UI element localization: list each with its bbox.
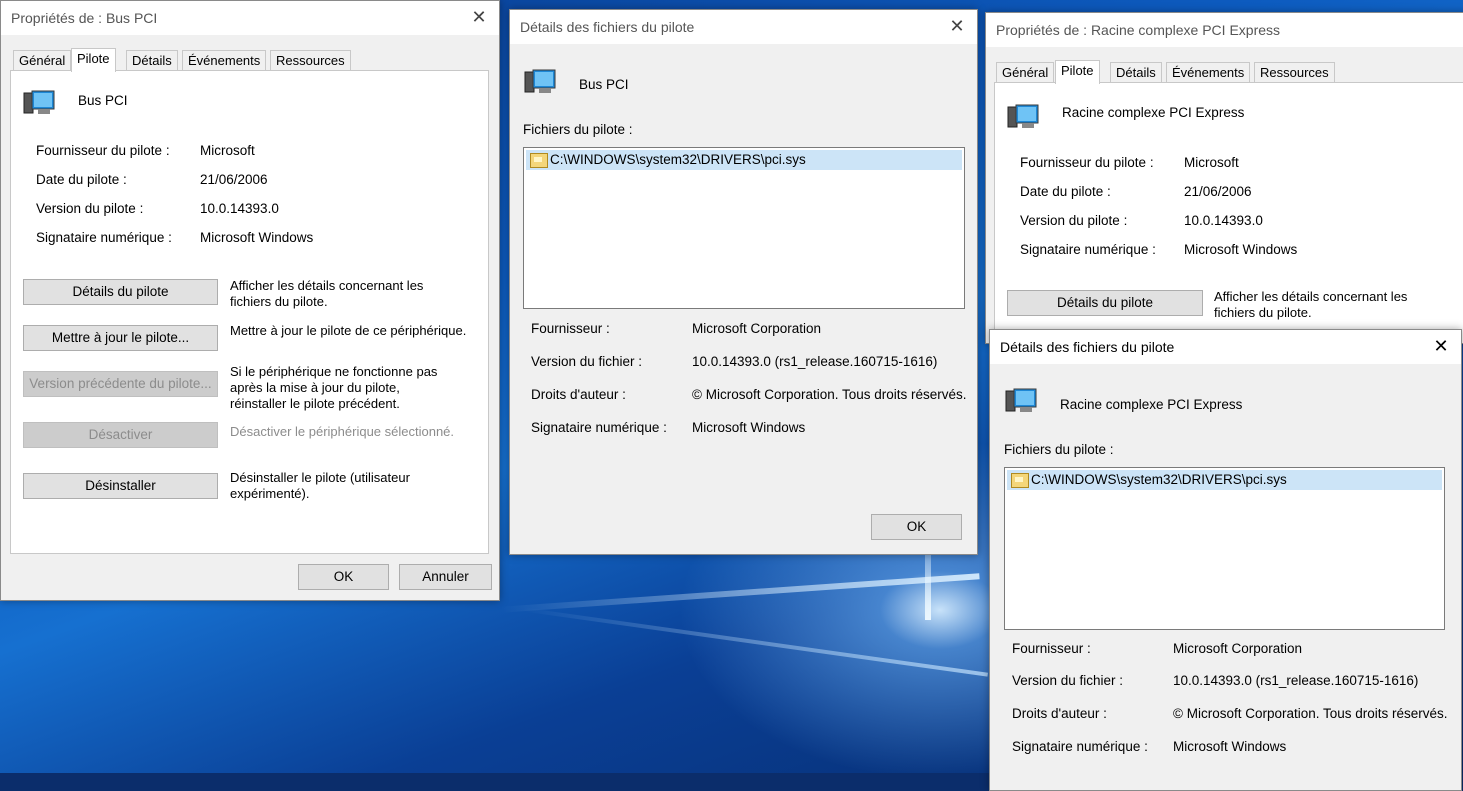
driver-files-label: Fichiers du pilote : [523, 122, 633, 137]
prop-value-version: 10.0.14393.0 [1184, 213, 1263, 228]
window-title: Détails des fichiers du pilote [1000, 339, 1175, 355]
tab-events[interactable]: Événements [182, 50, 267, 71]
title-bar[interactable]: Détails des fichiers du pilote ✕ [510, 10, 977, 44]
ok-button[interactable]: OK [871, 514, 962, 540]
file-path: C:\WINDOWS\system32\DRIVERS\pci.sys [1031, 472, 1287, 487]
driver-file-details-window-pci-express-root: Détails des fichiers du pilote ✕ Racine … [989, 329, 1462, 791]
driver-details-button[interactable]: Détails du pilote [1007, 290, 1203, 316]
prop-value-signer: Microsoft Windows [692, 420, 806, 435]
prop-label-signer: Signataire numérique : [531, 420, 667, 435]
update-driver-button[interactable]: Mettre à jour le pilote... [23, 325, 218, 351]
title-bar[interactable]: Propriétés de : Bus PCI ✕ [1, 1, 499, 35]
driver-details-desc: Afficher les détails concernant les fich… [1214, 289, 1408, 320]
window-title: Propriétés de : Bus PCI [11, 10, 158, 26]
driver-files-list[interactable]: C:\WINDOWS\system32\DRIVERS\pci.sys [523, 147, 965, 309]
disable-device-button[interactable]: Désactiver [23, 422, 218, 448]
close-icon[interactable]: ✕ [1427, 334, 1455, 358]
tab-driver[interactable]: Pilote [1055, 60, 1100, 84]
list-item[interactable]: C:\WINDOWS\system32\DRIVERS\pci.sys [1007, 470, 1442, 490]
window-title: Propriétés de : Racine complexe PCI Expr… [996, 22, 1281, 38]
list-item[interactable]: C:\WINDOWS\system32\DRIVERS\pci.sys [526, 150, 962, 170]
prop-label-provider: Fournisseur du pilote : [36, 143, 170, 158]
system-file-icon [1011, 473, 1029, 488]
device-icon [23, 90, 55, 114]
driver-files-list[interactable]: C:\WINDOWS\system32\DRIVERS\pci.sys [1004, 467, 1445, 630]
prop-label-provider: Fournisseur : [1012, 641, 1091, 656]
prop-value-provider: Microsoft Corporation [692, 321, 822, 336]
update-driver-desc: Mettre à jour le pilote de ce périphériq… [230, 323, 467, 338]
wallpaper-light-beam [522, 607, 988, 677]
prop-value-version: 10.0.14393.0 [200, 201, 279, 216]
device-icon [1007, 104, 1039, 128]
prop-value-date: 21/06/2006 [1184, 184, 1252, 199]
rollback-driver-button[interactable]: Version précédente du pilote... [23, 371, 218, 397]
prop-label-version: Version du pilote : [36, 201, 144, 216]
rollback-driver-desc: Si le périphérique ne fonctionne pas apr… [230, 364, 438, 411]
prop-value-provider: Microsoft Corporation [1173, 641, 1303, 656]
prop-label-copyright: Droits d'auteur : [1012, 706, 1107, 721]
disable-device-desc: Désactiver le périphérique sélectionné. [230, 424, 455, 439]
prop-label-copyright: Droits d'auteur : [531, 387, 626, 402]
driver-details-button[interactable]: Détails du pilote [23, 279, 218, 305]
tab-driver[interactable]: Pilote [71, 48, 116, 72]
tab-bar: Général Pilote Détails Événements Ressou… [996, 60, 1463, 84]
tab-general[interactable]: Général [13, 50, 72, 71]
prop-label-file-version: Version du fichier : [1012, 673, 1124, 688]
close-icon[interactable]: ✕ [465, 5, 493, 29]
driver-file-details-window-bus-pci: Détails des fichiers du pilote ✕ Bus PCI… [509, 9, 978, 555]
uninstall-driver-button[interactable]: Désinstaller [23, 473, 218, 499]
prop-value-copyright: © Microsoft Corporation. Tous droits rés… [692, 387, 967, 402]
driver-details-desc: Afficher les détails concernant les fich… [230, 278, 424, 309]
uninstall-driver-desc: Désinstaller le pilote (utilisateur expé… [230, 470, 410, 501]
prop-label-date: Date du pilote : [36, 172, 127, 187]
prop-label-version: Version du pilote : [1020, 213, 1128, 228]
prop-value-provider: Microsoft [200, 143, 255, 158]
prop-value-copyright: © Microsoft Corporation. Tous droits rés… [1173, 706, 1448, 721]
prop-label-signer: Signataire numérique : [1012, 739, 1148, 754]
prop-value-provider: Microsoft [1184, 155, 1239, 170]
title-bar[interactable]: Détails des fichiers du pilote ✕ [990, 330, 1461, 364]
prop-label-file-version: Version du fichier : [531, 354, 643, 369]
tab-events[interactable]: Événements [1166, 62, 1251, 83]
window-title: Détails des fichiers du pilote [520, 19, 695, 35]
driver-files-label: Fichiers du pilote : [1004, 442, 1114, 457]
prop-value-signer: Microsoft Windows [200, 230, 314, 245]
prop-value-signer: Microsoft Windows [1184, 242, 1298, 257]
prop-label-signer: Signataire numérique : [1020, 242, 1156, 257]
prop-label-provider: Fournisseur : [531, 321, 610, 336]
prop-value-file-version: 10.0.14393.0 (rs1_release.160715-1616) [692, 354, 938, 369]
prop-value-file-version: 10.0.14393.0 (rs1_release.160715-1616) [1173, 673, 1419, 688]
tab-details[interactable]: Détails [1110, 62, 1162, 83]
tab-bar: Général Pilote Détails Événements Ressou… [13, 48, 493, 72]
device-name: Racine complexe PCI Express [1060, 397, 1243, 412]
device-name: Bus PCI [579, 77, 629, 92]
system-file-icon [530, 153, 548, 168]
tab-resources[interactable]: Ressources [1254, 62, 1335, 83]
tab-general[interactable]: Général [996, 62, 1055, 83]
prop-label-signer: Signataire numérique : [36, 230, 172, 245]
properties-window-bus-pci: Propriétés de : Bus PCI ✕ Général Pilote… [0, 0, 500, 601]
device-name: Bus PCI [78, 93, 128, 108]
prop-value-signer: Microsoft Windows [1173, 739, 1287, 754]
prop-label-date: Date du pilote : [1020, 184, 1111, 199]
properties-window-pci-express-root: Propriétés de : Racine complexe PCI Expr… [985, 12, 1463, 344]
device-icon [524, 69, 556, 93]
close-icon[interactable]: ✕ [943, 14, 971, 38]
device-name: Racine complexe PCI Express [1062, 105, 1245, 120]
file-path: C:\WINDOWS\system32\DRIVERS\pci.sys [550, 152, 806, 167]
ok-button[interactable]: OK [298, 564, 389, 590]
title-bar[interactable]: Propriétés de : Racine complexe PCI Expr… [986, 13, 1463, 47]
wallpaper-light-beam [500, 573, 980, 613]
tab-details[interactable]: Détails [126, 50, 178, 71]
tab-resources[interactable]: Ressources [270, 50, 351, 71]
device-icon [1005, 388, 1037, 412]
prop-value-date: 21/06/2006 [200, 172, 268, 187]
cancel-button[interactable]: Annuler [399, 564, 492, 590]
prop-label-provider: Fournisseur du pilote : [1020, 155, 1154, 170]
